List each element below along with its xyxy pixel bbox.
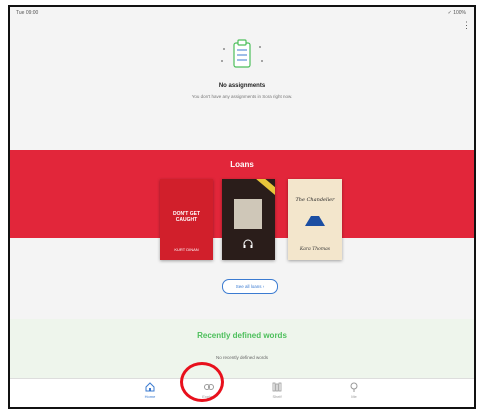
status-battery: ✓ 100% bbox=[447, 10, 466, 16]
tab-label: Shelf bbox=[272, 394, 282, 399]
headphones-icon bbox=[243, 239, 253, 248]
clipboard-icon bbox=[221, 39, 263, 68]
highlight-circle bbox=[180, 362, 224, 402]
tablet-screen: Tue 09:00 ✓ 100% ⋮ No assignments You do… bbox=[8, 5, 476, 409]
book-cover-dont-get-caught[interactable]: DON'T GET CAUGHT KURT DINAN bbox=[160, 179, 213, 260]
audiobook-badge bbox=[256, 179, 275, 198]
tab-label: Me bbox=[351, 394, 357, 399]
words-title: Recently defined words bbox=[197, 331, 287, 340]
empty-assignments: No assignments You don't have any assign… bbox=[10, 37, 474, 99]
status-bar: Tue 09:00 ✓ 100% bbox=[10, 7, 474, 19]
tab-home[interactable]: Home bbox=[132, 381, 168, 399]
book-title: The Chandelier bbox=[295, 197, 335, 203]
bottom-tab-bar: Home Explore Shelf Me bbox=[10, 378, 474, 407]
book-cover-the-chandelier[interactable]: The Chandelier Kara Thomas bbox=[288, 179, 342, 260]
tab-shelf[interactable]: Shelf bbox=[259, 381, 295, 399]
skirt-illustration-icon bbox=[305, 216, 325, 226]
me-icon bbox=[350, 382, 358, 392]
shelf-icon bbox=[272, 382, 282, 392]
status-time: Tue 09:00 bbox=[16, 10, 39, 16]
empty-subtitle: You don't have any assignments in Sora r… bbox=[191, 94, 293, 99]
empty-title: No assignments bbox=[218, 83, 266, 89]
book-author: Kara Thomas bbox=[299, 247, 331, 252]
home-icon bbox=[145, 382, 155, 392]
tab-label: Home bbox=[144, 394, 156, 399]
book-photo bbox=[234, 199, 262, 229]
recently-defined-words-section: Recently defined words No recently defin… bbox=[10, 319, 474, 385]
book-title: DON'T GET CAUGHT bbox=[172, 211, 201, 223]
book-author: KURT DINAN bbox=[174, 247, 199, 252]
loans-title: Loans bbox=[230, 160, 254, 169]
words-subtitle: No recently defined words bbox=[215, 355, 269, 360]
more-options-icon[interactable]: ⋮ bbox=[462, 21, 471, 30]
tab-me[interactable]: Me bbox=[336, 381, 372, 399]
book-cover-audiobook[interactable] bbox=[222, 179, 275, 260]
see-all-loans-button[interactable]: See all loans › bbox=[222, 279, 278, 294]
